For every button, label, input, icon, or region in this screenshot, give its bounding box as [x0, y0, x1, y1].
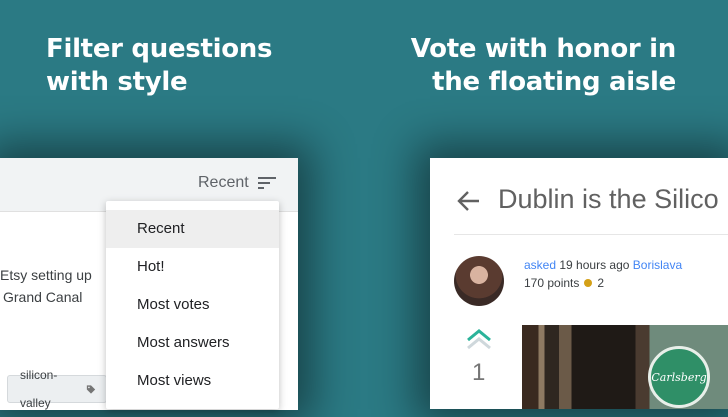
sort-option-recent[interactable]: Recent — [106, 210, 279, 248]
headline-filter-line-1: Filter questions — [46, 34, 273, 64]
tag-chip[interactable]: silicon-valley — [7, 368, 107, 410]
question-meta: asked 19 hours ago Borislava — [524, 258, 682, 272]
vote-count: 1 — [472, 359, 486, 386]
sort-icon[interactable] — [257, 175, 277, 191]
author-stats: 170 points 2 — [524, 276, 604, 290]
sort-label[interactable]: Recent — [198, 174, 249, 192]
asked-link[interactable]: asked — [524, 258, 556, 272]
headline-filter: Filter questions with style — [46, 33, 272, 99]
headline-vote-line-1: Vote with honor in — [410, 34, 677, 64]
badge-count: 2 — [597, 276, 605, 290]
arrow-back-icon[interactable] — [456, 190, 480, 212]
headline-vote: Vote with honor in the floating aisle — [410, 33, 677, 99]
filter-card: Recent Etsy setting up Grand Canal silic… — [0, 158, 298, 410]
headline-filter-line-2: with style — [46, 67, 188, 97]
sort-option-most-votes[interactable]: Most votes — [106, 286, 279, 324]
avatar[interactable] — [454, 256, 504, 306]
badge-dot-icon — [584, 279, 593, 287]
question-photo: Carlsberg — [522, 325, 728, 409]
question-snippet-line-1[interactable]: Etsy setting up — [0, 267, 92, 283]
sort-option-most-answers[interactable]: Most answers — [106, 324, 279, 362]
asked-time: 19 hours ago — [559, 258, 630, 272]
sort-dropdown: Recent Hot! Most votes Most answers Most… — [106, 201, 279, 409]
question-title: Dublin is the Silico — [498, 184, 719, 214]
question-snippet-line-2[interactable]: Grand Canal — [3, 289, 82, 305]
tag-icon — [86, 384, 96, 394]
sort-option-hot[interactable]: Hot! — [106, 248, 279, 286]
author-points: 170 points — [524, 276, 580, 290]
photo-sign: Carlsberg — [648, 346, 710, 408]
question-card: Dublin is the Silico asked 19 hours ago … — [430, 158, 728, 409]
divider — [454, 234, 728, 235]
upvote-icon[interactable] — [466, 328, 492, 350]
headline-vote-line-2: the floating aisle — [432, 67, 676, 97]
author-link[interactable]: Borislava — [633, 258, 682, 272]
sort-option-most-views[interactable]: Most views — [106, 362, 279, 400]
